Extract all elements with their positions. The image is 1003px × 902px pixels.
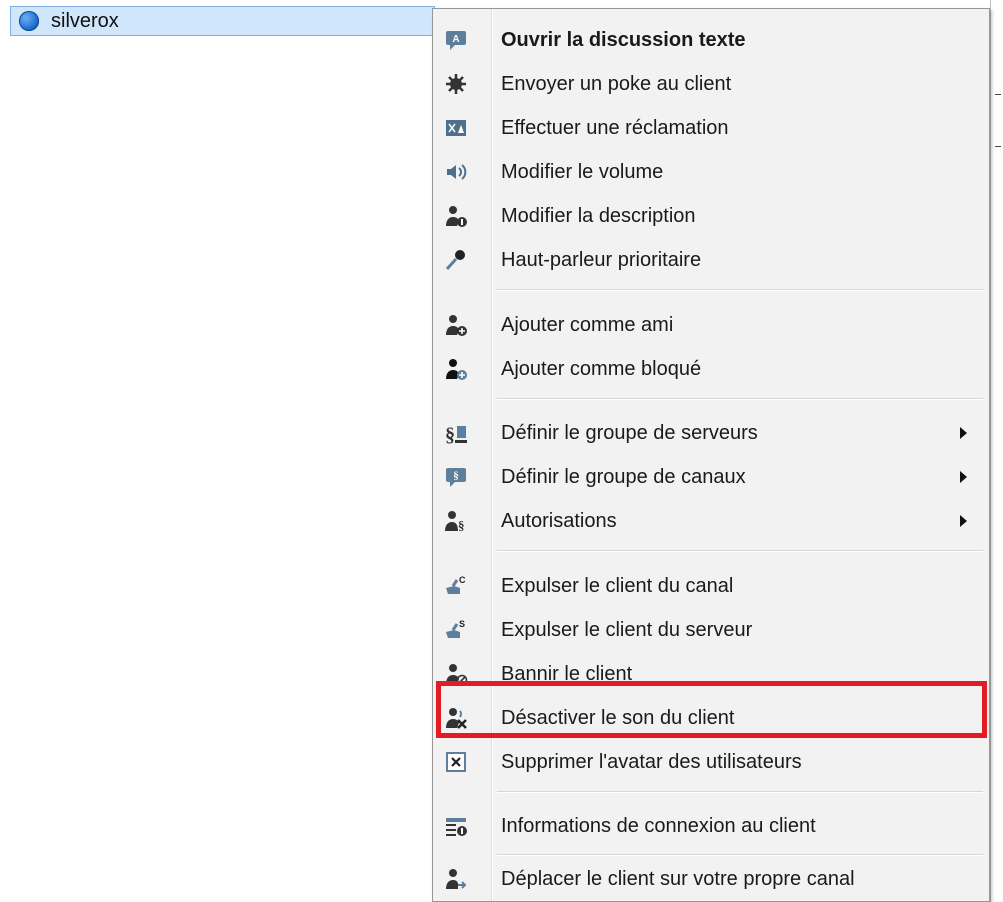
menu-item-add-friend[interactable]: Ajouter comme ami: [433, 305, 989, 345]
menu-item-label: Envoyer un poke au client: [501, 72, 732, 95]
chat-bubble-icon: A: [443, 27, 469, 53]
menu-item-label: Ajouter comme bloqué: [501, 357, 702, 380]
menu-item-label: Définir le groupe de canaux: [501, 465, 746, 488]
menu-item-priority-speaker[interactable]: Haut-parleur prioritaire: [433, 240, 989, 280]
ban-client-icon: [443, 661, 469, 687]
menu-item-label: Supprimer l'avatar des utilisateurs: [501, 750, 802, 773]
svg-text:§: §: [453, 470, 459, 482]
speaker-volume-icon: [443, 159, 469, 185]
svg-text:§: §: [445, 424, 455, 445]
menu-separator: [497, 289, 983, 291]
menu-item-label: Désactiver le son du client: [501, 706, 735, 729]
move-client-icon: [443, 866, 469, 892]
client-status-icon: [19, 11, 39, 31]
server-group-icon: §: [443, 420, 469, 446]
submenu-arrow-icon: [960, 471, 967, 483]
menu-item-label: Informations de connexion au client: [501, 814, 816, 837]
menu-item-permissions[interactable]: § Autorisations: [433, 501, 989, 541]
menu-item-kick-from-server[interactable]: S Expulser le client du serveur: [433, 610, 989, 650]
add-friend-icon: [443, 312, 469, 338]
menu-item-label: Ajouter comme ami: [501, 313, 674, 336]
menu-item-label: Bannir le client: [501, 662, 633, 685]
menu-item-label: Effectuer une réclamation: [501, 116, 729, 139]
client-tree-row[interactable]: silverox: [10, 6, 435, 36]
client-name: silverox: [51, 9, 119, 32]
mute-client-icon: [443, 705, 469, 731]
menu-item-ban-client[interactable]: Bannir le client: [433, 654, 989, 694]
menu-item-mute-client[interactable]: Désactiver le son du client: [433, 698, 989, 738]
menu-item-label: Expulser le client du serveur: [501, 618, 753, 641]
menu-item-change-description[interactable]: Modifier la description: [433, 196, 989, 236]
menu-item-kick-from-channel[interactable]: C Expulser le client du canal: [433, 566, 989, 606]
menu-item-label: Modifier le volume: [501, 160, 664, 183]
menu-item-channel-group[interactable]: § Définir le groupe de canaux: [433, 457, 989, 497]
channel-group-icon: §: [443, 464, 469, 490]
menu-item-label: Modifier la description: [501, 204, 696, 227]
menu-item-connection-info[interactable]: Informations de connexion au client: [433, 806, 989, 846]
poke-icon: [443, 71, 469, 97]
permissions-icon: §: [443, 508, 469, 534]
priority-speaker-icon: [443, 247, 469, 273]
menu-item-server-group[interactable]: § Définir le groupe de serveurs: [433, 413, 989, 453]
delete-avatar-icon: [443, 749, 469, 775]
client-context-menu: A Ouvrir la discussion texte Envoyer un …: [432, 8, 990, 902]
menu-item-label: Autorisations: [501, 509, 617, 532]
menu-item-label: Déplacer le client sur votre propre cana…: [501, 867, 855, 890]
user-description-icon: [443, 203, 469, 229]
svg-text:A: A: [452, 34, 459, 45]
menu-item-label: Expulser le client du canal: [501, 574, 734, 597]
add-blocked-icon: [443, 356, 469, 382]
menu-item-change-volume[interactable]: Modifier le volume: [433, 152, 989, 192]
menu-item-add-blocked[interactable]: Ajouter comme bloqué: [433, 349, 989, 389]
menu-item-delete-avatar[interactable]: Supprimer l'avatar des utilisateurs: [433, 742, 989, 782]
svg-text:S: S: [459, 619, 465, 629]
menu-separator: [497, 550, 983, 552]
menu-separator: [497, 791, 983, 793]
menu-separator: [497, 854, 983, 856]
menu-item-move-to-own-channel[interactable]: Déplacer le client sur votre propre cana…: [433, 859, 989, 899]
menu-item-open-text-chat[interactable]: A Ouvrir la discussion texte: [433, 20, 989, 60]
connection-info-icon: [443, 813, 469, 839]
submenu-arrow-icon: [960, 427, 967, 439]
menu-item-label: Définir le groupe de serveurs: [501, 421, 758, 444]
submenu-arrow-icon: [960, 515, 967, 527]
menu-item-label: Ouvrir la discussion texte: [501, 28, 746, 51]
kick-server-icon: S: [443, 617, 469, 643]
menu-separator: [497, 398, 983, 400]
complaint-icon: [443, 115, 469, 141]
kick-channel-icon: C: [443, 573, 469, 599]
menu-item-send-poke[interactable]: Envoyer un poke au client: [433, 64, 989, 104]
svg-text:§: §: [458, 518, 465, 533]
svg-text:C: C: [459, 575, 466, 585]
menu-item-file-complaint[interactable]: Effectuer une réclamation: [433, 108, 989, 148]
background-window-edge: [990, 0, 1003, 902]
menu-item-label: Haut-parleur prioritaire: [501, 248, 702, 271]
